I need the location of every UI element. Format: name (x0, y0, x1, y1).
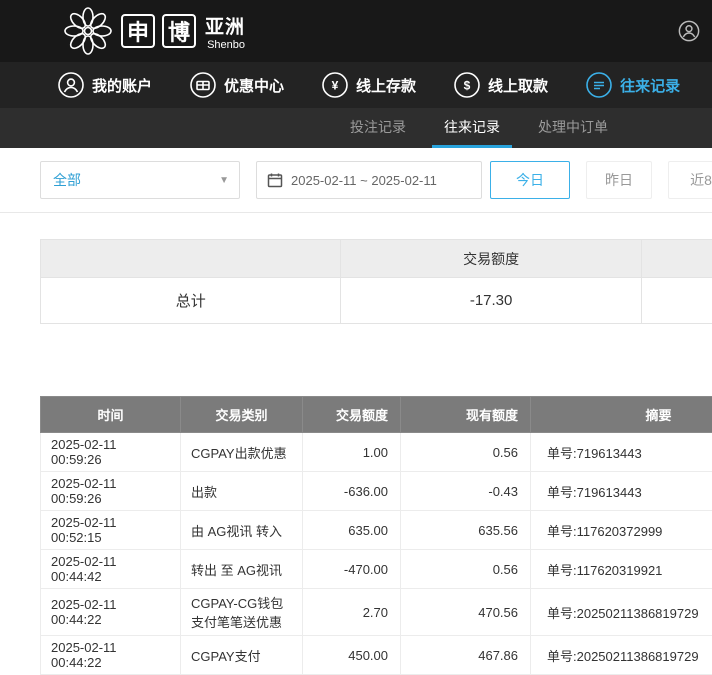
header-type: 交易类别 (181, 397, 303, 433)
nav-label: 往来记录 (620, 75, 680, 96)
table-cell: 2025-02-11 00:59:26 (41, 433, 181, 472)
today-button[interactable]: 今日 (490, 161, 570, 199)
type-dropdown-value: 全部 (53, 170, 81, 190)
summary-header-empty (41, 240, 341, 278)
table-cell: -0.43 (401, 472, 531, 511)
summary-table: 交易额度 总计 -17.30 (40, 239, 712, 324)
type-dropdown[interactable]: 全部 ▼ (40, 161, 240, 199)
nav-item-withdraw[interactable]: $ 线上取款 (454, 72, 548, 98)
sub-nav: 投注记录 往来记录 处理中订单 (0, 108, 712, 148)
date-range-picker[interactable]: 2025-02-11 ~ 2025-02-11 (256, 161, 482, 199)
nav-item-promotions[interactable]: 优惠中心 (190, 72, 284, 98)
table-cell: 2.70 (303, 589, 401, 636)
svg-text:¥: ¥ (332, 79, 339, 93)
table-cell: 2025-02-11 00:44:22 (41, 636, 181, 675)
table-row: 2025-02-11 00:59:26CGPAY出款优惠1.000.56单号:7… (41, 433, 712, 472)
header-time: 时间 (41, 397, 181, 433)
table-row: 2025-02-11 00:44:42转出 至 AG视讯-470.000.56单… (41, 550, 712, 589)
table-row: 2025-02-11 00:52:15由 AG视讯 转入635.00635.56… (41, 511, 712, 550)
table-row: 2025-02-11 00:59:26出款-636.00-0.43单号:7196… (41, 472, 712, 511)
svg-text:$: $ (464, 79, 471, 93)
table-cell: 2025-02-11 00:44:42 (41, 550, 181, 589)
date-range-value: 2025-02-11 ~ 2025-02-11 (291, 173, 437, 188)
records-table: 时间 交易类别 交易额度 现有额度 摘要 2025-02-11 00:59:26… (40, 396, 712, 675)
header-summary: 摘要 (531, 397, 712, 433)
table-row: 2025-02-11 00:44:22CGPAY支付450.00467.86单号… (41, 636, 712, 675)
main-nav: 我的账户 优惠中心 ¥ 线上存款 $ 线上取款 往来记录 (0, 62, 712, 108)
filter-bar: 全部 ▼ 2025-02-11 ~ 2025-02-11 今日 昨日 近8日 (0, 148, 712, 213)
yesterday-button[interactable]: 昨日 (586, 161, 652, 199)
table-cell: 635.56 (401, 511, 531, 550)
promo-icon (190, 72, 216, 98)
table-cell: 0.56 (401, 433, 531, 472)
nav-item-deposit[interactable]: ¥ 线上存款 (322, 72, 416, 98)
summary-row: 总计 -17.30 (41, 278, 712, 324)
deposit-icon: ¥ (322, 72, 348, 98)
summary-header-amount: 交易额度 (341, 240, 641, 278)
top-header: 申 博 亚洲 Shenbo (0, 0, 712, 62)
user-icon (58, 72, 84, 98)
table-cell: CGPAY-CG钱包支付笔笔送优惠 (181, 589, 303, 636)
table-cell: CGPAY出款优惠 (181, 433, 303, 472)
last-8-days-button[interactable]: 近8日 (668, 161, 712, 199)
nav-item-transaction-records[interactable]: 往来记录 (586, 72, 680, 98)
table-cell: 0.56 (401, 550, 531, 589)
table-cell: -636.00 (303, 472, 401, 511)
nav-label: 优惠中心 (224, 75, 284, 96)
table-cell: 单号:719613443 (531, 433, 712, 472)
table-cell: -470.00 (303, 550, 401, 589)
summary-total-label: 总计 (41, 278, 341, 324)
table-row: 2025-02-11 00:44:22CGPAY-CG钱包支付笔笔送优惠2.70… (41, 589, 712, 636)
nav-label: 我的账户 (92, 75, 152, 96)
table-cell: 450.00 (303, 636, 401, 675)
nav-label: 线上存款 (356, 75, 416, 96)
table-cell: 467.86 (401, 636, 531, 675)
site-logo[interactable]: 申 博 亚洲 Shenbo (62, 5, 245, 57)
table-cell: 单号:117620319921 (531, 550, 712, 589)
logo-brand-text: Shenbo (207, 39, 245, 51)
table-cell: 2025-02-11 00:59:26 (41, 472, 181, 511)
chevron-down-icon: ▼ (219, 175, 229, 186)
account-avatar-icon[interactable] (678, 20, 700, 42)
table-cell: CGPAY支付 (181, 636, 303, 675)
table-cell: 转出 至 AG视讯 (181, 550, 303, 589)
records-header-row: 时间 交易类别 交易额度 现有额度 摘要 (41, 397, 712, 433)
table-cell: 1.00 (303, 433, 401, 472)
table-cell: 单号:20250211386819729 (531, 589, 712, 636)
table-cell: 由 AG视讯 转入 (181, 511, 303, 550)
table-cell: 出款 (181, 472, 303, 511)
summary-empty-cell (641, 278, 712, 324)
table-cell: 单号:719613443 (531, 472, 712, 511)
summary-section: 交易额度 总计 -17.30 (40, 239, 712, 324)
tab-betting-records[interactable]: 投注记录 (338, 108, 418, 148)
header-balance: 现有额度 (401, 397, 531, 433)
header-amount: 交易额度 (303, 397, 401, 433)
logo-char-shen: 申 (121, 14, 155, 48)
records-section: 时间 交易类别 交易额度 现有额度 摘要 2025-02-11 00:59:26… (40, 396, 712, 675)
nav-label: 线上取款 (488, 75, 548, 96)
table-cell: 2025-02-11 00:44:22 (41, 589, 181, 636)
tab-processing-orders[interactable]: 处理中订单 (526, 108, 620, 148)
table-cell: 2025-02-11 00:52:15 (41, 511, 181, 550)
table-cell: 单号:117620372999 (531, 511, 712, 550)
calendar-icon (267, 172, 283, 188)
summary-header-empty (641, 240, 712, 278)
flower-logo-icon (62, 5, 114, 57)
logo-region-text: 亚洲 (205, 12, 245, 39)
table-cell: 635.00 (303, 511, 401, 550)
summary-total-value: -17.30 (341, 278, 641, 324)
tab-transaction-records[interactable]: 往来记录 (432, 108, 512, 148)
withdraw-icon: $ (454, 72, 480, 98)
logo-char-bo: 博 (162, 14, 196, 48)
table-cell: 单号:20250211386819729 (531, 636, 712, 675)
nav-item-my-account[interactable]: 我的账户 (58, 72, 152, 98)
records-icon (586, 72, 612, 98)
table-cell: 470.56 (401, 589, 531, 636)
